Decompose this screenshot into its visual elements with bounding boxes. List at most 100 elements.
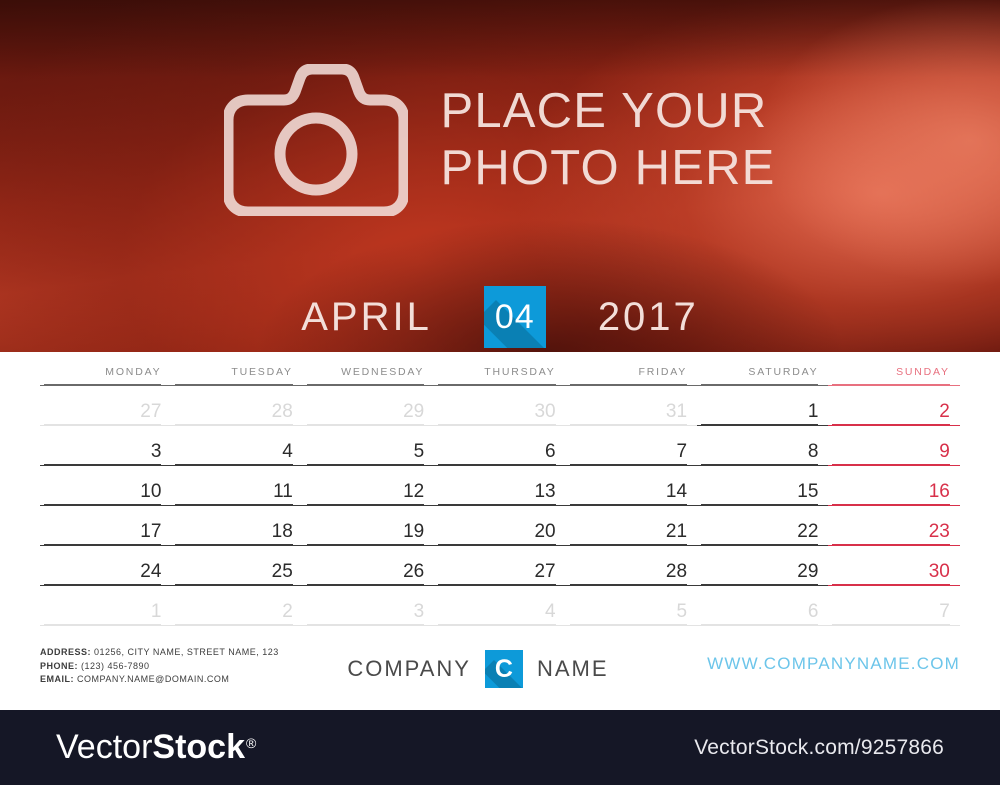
- calendar-day-cell[interactable]: 29: [302, 400, 435, 426]
- calendar-day-cell[interactable]: 3: [302, 600, 435, 626]
- calendar-day-cell[interactable]: 20: [434, 520, 566, 546]
- weekday-label: THURSDAY: [484, 366, 556, 378]
- day-number: 30: [534, 401, 556, 422]
- calendar-day-cell[interactable]: 8: [697, 440, 829, 466]
- company-word-first: COMPANY: [347, 656, 471, 681]
- day-number: 16: [928, 481, 950, 502]
- vectorstock-logo-bold: Stock: [152, 728, 245, 766]
- day-number: 28: [271, 401, 293, 422]
- day-number: 20: [534, 521, 556, 542]
- footer: ADDRESS: 01256, CITY NAME, STREET NAME, …: [0, 634, 1000, 710]
- calendar-day-cell[interactable]: 30: [828, 560, 960, 586]
- calendar-day-cell[interactable]: 5: [302, 440, 435, 466]
- day-number: 1: [807, 401, 819, 422]
- weekday-label: FRIDAY: [638, 366, 688, 378]
- calendar-day-cell[interactable]: 6: [434, 440, 566, 466]
- calendar-week-row: 1 2 3 4 5 6 7: [40, 600, 960, 626]
- calendar-day-cell[interactable]: 28: [565, 560, 698, 586]
- calendar-day-cell[interactable]: 14: [565, 480, 698, 506]
- calendar-day-cell[interactable]: 6: [697, 600, 829, 626]
- day-number: 18: [271, 521, 293, 542]
- calendar-week-row: 17 18 19 20 21 22 23: [40, 520, 960, 546]
- day-number: 21: [665, 521, 688, 542]
- calendar-day-cell[interactable]: 4: [171, 440, 303, 466]
- calendar-week-row: 24 25 26 27 28 29 30: [40, 560, 960, 586]
- calendar-day-cell[interactable]: 17: [40, 520, 172, 546]
- weekday-label: MONDAY: [105, 366, 162, 378]
- calendar-day-cell[interactable]: 28: [171, 400, 303, 426]
- day-number: 10: [140, 481, 162, 502]
- calendar-day-cell[interactable]: 27: [434, 560, 566, 586]
- calendar-day-cell[interactable]: 3: [40, 440, 172, 466]
- day-number: 13: [534, 481, 556, 502]
- calendar-day-cell[interactable]: 24: [40, 560, 172, 586]
- calendar-day-cell[interactable]: 5: [565, 600, 698, 626]
- calendar-day-cell[interactable]: 25: [171, 560, 303, 586]
- weekday-header-friday: FRIDAY: [565, 362, 698, 386]
- weekday-header-thursday: THURSDAY: [434, 362, 566, 386]
- calendar-day-cell[interactable]: 19: [302, 520, 435, 546]
- calendar-day-cell[interactable]: 21: [565, 520, 698, 546]
- website-url[interactable]: WWW.COMPANYNAME.COM: [707, 642, 960, 674]
- calendar-day-cell[interactable]: 4: [434, 600, 566, 626]
- camera-icon: [224, 64, 409, 216]
- day-number: 26: [403, 561, 425, 582]
- day-number: 22: [797, 521, 819, 542]
- calendar-day-cell[interactable]: 23: [828, 520, 960, 546]
- weekday-header-saturday: SATURDAY: [697, 362, 829, 386]
- calendar-day-cell[interactable]: 9: [828, 440, 960, 466]
- weekday-label: SATURDAY: [748, 366, 819, 378]
- day-number: 24: [140, 561, 162, 582]
- calendar-day-cell[interactable]: 31: [565, 400, 698, 426]
- day-number: 27: [140, 401, 162, 422]
- calendar-day-cell[interactable]: 26: [302, 560, 435, 586]
- phone-label: PHONE:: [40, 660, 79, 671]
- month-number: 04: [494, 297, 535, 336]
- email-value: COMPANY.NAME@DOMAIN.COM: [74, 674, 230, 684]
- address-value: 01256, CITY NAME, STREET NAME, 123: [91, 647, 279, 657]
- weekday-header-tuesday: TUESDAY: [171, 362, 303, 386]
- photo-placeholder-area[interactable]: PLACE YOUR PHOTO HERE APRIL 04 2017: [0, 0, 1000, 352]
- calendar-day-cell[interactable]: 16: [828, 480, 960, 506]
- day-number: 7: [939, 601, 950, 622]
- calendar-day-cell[interactable]: 7: [828, 600, 960, 626]
- phone-value: (123) 456-7890: [78, 660, 150, 671]
- calendar-day-cell[interactable]: 15: [697, 480, 829, 506]
- calendar-day-cell[interactable]: 1: [40, 600, 172, 626]
- day-number: 8: [807, 441, 819, 462]
- day-number: 11: [273, 481, 293, 502]
- day-number: 31: [665, 401, 688, 422]
- month-name: APRIL: [301, 294, 432, 339]
- weekday-header-wednesday: WEDNESDAY: [302, 362, 435, 386]
- month-year-bar: APRIL 04 2017: [0, 286, 1000, 348]
- address-line: ADDRESS: 01256, CITY NAME, STREET NAME, …: [40, 646, 279, 660]
- vectorstock-watermark-bar: Vector Stock ® VectorStock.com/9257866: [0, 710, 1000, 785]
- day-number: 12: [403, 481, 425, 502]
- day-number: 9: [939, 441, 950, 462]
- weekday-label: TUESDAY: [231, 366, 293, 378]
- calendar-day-cell[interactable]: 13: [434, 480, 566, 506]
- calendar-day-cell[interactable]: 11: [171, 480, 303, 506]
- calendar-template-page: PLACE YOUR PHOTO HERE APRIL 04 2017 MOND…: [0, 0, 1000, 785]
- day-number: 2: [939, 401, 950, 422]
- day-number: 1: [150, 601, 162, 622]
- day-number: 7: [676, 441, 688, 462]
- calendar-day-cell[interactable]: 18: [171, 520, 303, 546]
- email-line: EMAIL: COMPANY.NAME@DOMAIN.COM: [40, 673, 279, 687]
- address-label: ADDRESS:: [40, 647, 92, 657]
- calendar-day-cell[interactable]: 27: [40, 400, 172, 426]
- calendar-day-cell[interactable]: 30: [434, 400, 566, 426]
- day-number: 28: [665, 561, 688, 582]
- calendar-day-cell[interactable]: 10: [40, 480, 172, 506]
- calendar-day-cell[interactable]: 7: [565, 440, 698, 466]
- calendar-day-cell[interactable]: 22: [697, 520, 829, 546]
- calendar-day-cell[interactable]: 2: [828, 400, 960, 426]
- weekday-header-row: MONDAY TUESDAY WEDNESDAY THURSDAY FRIDAY SATU…: [40, 362, 960, 386]
- calendar-grid: MONDAY TUESDAY WEDNESDAY THURSDAY FRIDAY SATU…: [0, 352, 1000, 634]
- day-number: 3: [150, 441, 162, 462]
- calendar-day-cell[interactable]: 29: [697, 560, 829, 586]
- calendar-day-cell[interactable]: 2: [171, 600, 303, 626]
- calendar-week-row: 3 4 5 6 7 8 9: [40, 440, 960, 466]
- calendar-day-cell[interactable]: 12: [302, 480, 435, 506]
- calendar-day-cell[interactable]: 1: [697, 400, 829, 426]
